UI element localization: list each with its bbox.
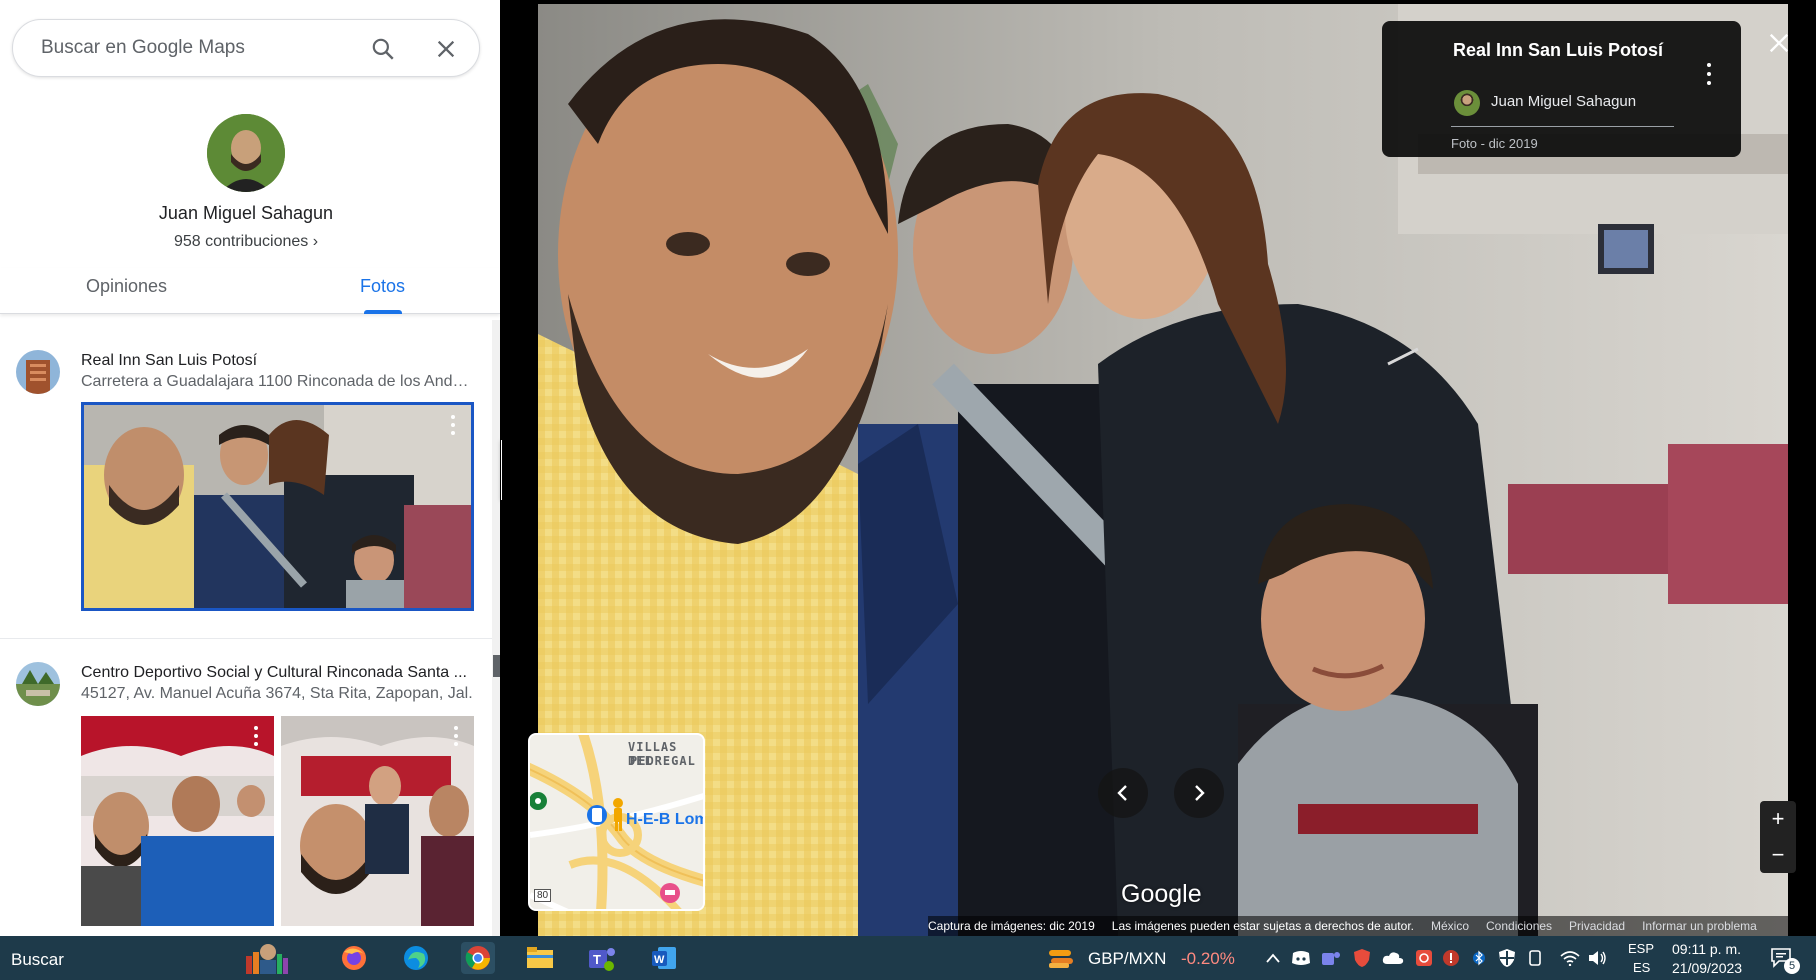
tab-fotos[interactable]: Fotos — [360, 276, 405, 297]
keyboard-layout[interactable]: ES — [1633, 960, 1650, 975]
avatar[interactable] — [207, 114, 285, 192]
author-avatar[interactable] — [1454, 90, 1480, 116]
highway-shield: 80 — [534, 889, 552, 902]
pdf-tray-icon[interactable] — [1411, 942, 1437, 974]
divider — [0, 638, 492, 639]
photo-menu-icon[interactable] — [246, 724, 266, 748]
notification-count: 5 — [1784, 958, 1800, 974]
place-address: 45127, Av. Manuel Acuña 3674, Sta Rita, … — [81, 685, 473, 702]
teams-icon[interactable]: T — [585, 942, 619, 974]
photo-date: Foto - dic 2019 — [1451, 136, 1538, 151]
teams-tray-icon[interactable] — [1318, 942, 1344, 974]
privacy-link[interactable]: Privacidad — [1569, 919, 1625, 933]
taskbar-search[interactable]: Buscar — [11, 950, 64, 970]
close-icon[interactable] — [430, 33, 462, 65]
map-place-label[interactable]: H-E-B Loma — [626, 811, 703, 829]
zoom-out-button[interactable]: − — [1760, 837, 1796, 873]
word-icon[interactable]: W — [647, 942, 681, 974]
device-icon[interactable] — [1523, 942, 1547, 974]
place-thumbnail[interactable] — [16, 350, 60, 394]
profile-name: Juan Miguel Sahagun — [158, 203, 334, 223]
clock-date[interactable]: 21/09/2023 — [1672, 960, 1742, 976]
zoom-control: + − — [1760, 801, 1796, 873]
security-shield-icon[interactable] — [1349, 942, 1375, 974]
place-name[interactable]: Real Inn San Luis Potosí — [1453, 40, 1663, 61]
terms-link[interactable]: Condiciones — [1486, 919, 1552, 933]
alert-icon[interactable] — [1438, 942, 1464, 974]
firefox-icon[interactable] — [337, 942, 371, 974]
photo-thumbnail[interactable] — [281, 716, 474, 926]
report-link[interactable]: Informar un problema — [1642, 919, 1757, 933]
contributions-link[interactable]: 958 contribuciones › — [0, 233, 492, 251]
attribution-bar: Captura de imágenes: dic 2019 Las imágen… — [928, 916, 1816, 936]
photo-menu-icon[interactable] — [446, 724, 466, 748]
chevron-up-icon[interactable] — [1261, 942, 1285, 974]
selected-photo-thumbnail[interactable] — [81, 402, 474, 611]
cloud-icon[interactable] — [1380, 942, 1406, 974]
stock-widget-icon[interactable] — [1044, 942, 1078, 974]
svg-text:W: W — [654, 954, 665, 966]
tab-opiniones[interactable]: Opiniones — [86, 276, 167, 297]
language-indicator[interactable]: ESP — [1628, 941, 1654, 956]
photo-info-card: Real Inn San Luis Potosí Juan Miguel Sah… — [1382, 21, 1741, 157]
author-name[interactable]: Juan Miguel Sahagun — [1491, 93, 1636, 110]
google-logo: Google — [1121, 880, 1202, 908]
tabs-bar: Opiniones Fotos — [0, 268, 500, 314]
search-icon[interactable] — [367, 33, 399, 65]
photo-thumbnail[interactable] — [81, 716, 274, 926]
more-options-icon[interactable] — [1706, 63, 1712, 85]
side-panel: Juan Miguel Sahagun 958 contribuciones ›… — [0, 0, 500, 936]
scrollbar-track[interactable] — [492, 320, 500, 936]
file-explorer-icon[interactable] — [523, 942, 557, 974]
close-viewer-icon[interactable] — [1762, 26, 1796, 60]
copyright-notice: Las imágenes pueden estar sujetas a dere… — [1111, 919, 1414, 933]
svg-text:T: T — [593, 952, 601, 967]
zoom-in-button[interactable]: + — [1760, 801, 1796, 837]
previous-photo-button[interactable] — [1098, 768, 1148, 818]
search-highlight-icon[interactable] — [246, 942, 290, 974]
minimap[interactable]: VILLAS DEL PEDREGAL H-E-B Loma 80 — [528, 733, 705, 911]
defender-icon[interactable] — [1494, 942, 1520, 974]
wifi-icon[interactable] — [1558, 942, 1582, 974]
discord-icon[interactable] — [1288, 942, 1314, 974]
capture-date: Captura de imágenes: dic 2019 — [928, 919, 1095, 933]
edge-icon[interactable] — [399, 942, 433, 974]
place-title[interactable]: Real Inn San Luis Potosí — [81, 352, 471, 370]
divider — [1451, 126, 1674, 127]
search-input[interactable] — [41, 34, 361, 62]
place-title[interactable]: Centro Deportivo Social y Cultural Rinco… — [81, 664, 471, 682]
place-thumbnail[interactable] — [16, 662, 60, 706]
taskbar: Buscar T W GBP/MXN -0.20% ESP ES 09:11 p… — [0, 936, 1816, 980]
place-address: Carretera a Guadalajara 1100 Rinconada d… — [81, 373, 473, 390]
photo-menu-icon[interactable] — [443, 413, 463, 437]
next-photo-button[interactable] — [1174, 768, 1224, 818]
scrollbar-thumb[interactable] — [493, 655, 500, 677]
currency-pair[interactable]: GBP/MXN — [1088, 949, 1166, 969]
chrome-icon[interactable] — [461, 942, 495, 974]
volume-icon[interactable] — [1586, 942, 1610, 974]
search-box — [12, 19, 480, 77]
currency-change: -0.20% — [1181, 949, 1235, 968]
bluetooth-icon[interactable] — [1467, 942, 1491, 974]
active-tab-indicator — [364, 310, 402, 314]
map-label: PEDREGAL — [630, 754, 696, 768]
country-link[interactable]: México — [1431, 919, 1469, 933]
clock-time[interactable]: 09:11 p. m. — [1672, 941, 1741, 957]
